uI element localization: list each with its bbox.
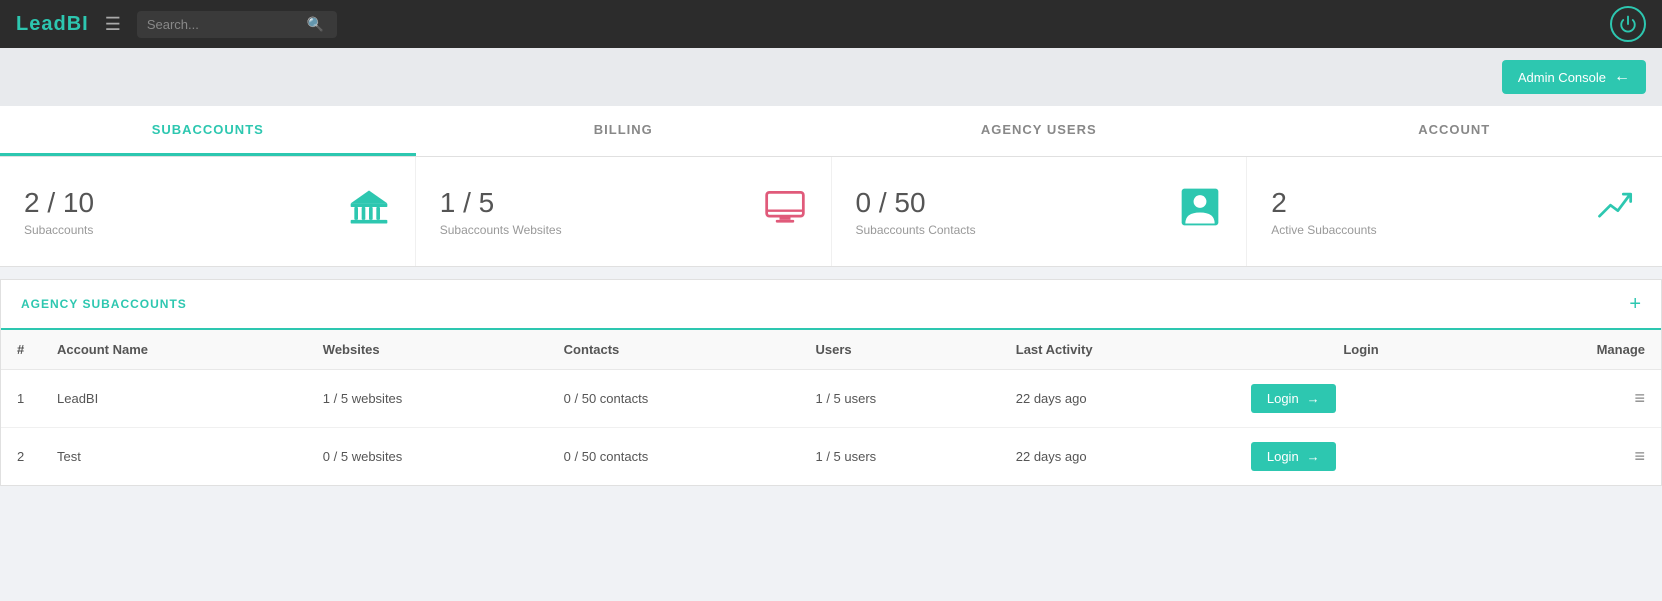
manage-icon-1[interactable]: ≡: [1634, 388, 1645, 408]
cell-num-1: 1: [1, 370, 41, 428]
search-icon: 🔍: [307, 16, 324, 33]
tab-billing[interactable]: BILLING: [416, 106, 832, 156]
hamburger-menu-icon[interactable]: ☰: [105, 14, 121, 35]
trending-icon: [1594, 185, 1638, 238]
cell-last-activity-1: 22 days ago: [1000, 370, 1235, 428]
login-label-1: Login: [1267, 391, 1299, 406]
login-button-2[interactable]: Login →: [1251, 442, 1336, 471]
subaccounts-table: # Account Name Websites Contacts Users L…: [1, 330, 1661, 485]
person-icon: [1178, 185, 1222, 238]
tab-account[interactable]: ACCOUNT: [1247, 106, 1662, 156]
add-subaccount-button[interactable]: +: [1629, 294, 1641, 314]
stat-contacts-label: Subaccounts Contacts: [856, 223, 976, 237]
cell-login-2: Login →: [1235, 428, 1487, 486]
manage-icon-2[interactable]: ≡: [1634, 446, 1645, 466]
logo-bi: BI: [67, 13, 89, 35]
col-header-account-name: Account Name: [41, 330, 307, 370]
col-header-contacts: Contacts: [548, 330, 800, 370]
stat-websites: 1 / 5 Subaccounts Websites: [416, 157, 832, 266]
logo-lead: Lead: [16, 13, 67, 35]
login-label-2: Login: [1267, 449, 1299, 464]
bank-icon: [347, 185, 391, 238]
stat-subaccounts: 2 / 10 Subaccounts: [0, 157, 416, 266]
col-header-manage: Manage: [1487, 330, 1661, 370]
search-bar: 🔍: [137, 11, 337, 38]
agency-subaccounts-section: AGENCY SUBACCOUNTS + # Account Name Webs…: [0, 279, 1662, 486]
stat-websites-label: Subaccounts Websites: [440, 223, 562, 237]
cell-contacts-1: 0 / 50 contacts: [548, 370, 800, 428]
section-title: AGENCY SUBACCOUNTS: [21, 297, 187, 311]
power-icon: [1619, 15, 1637, 33]
stat-active-text: 2 Active Subaccounts: [1271, 187, 1376, 237]
stat-subaccounts-number: 2 / 10: [24, 187, 94, 219]
stats-row: 2 / 10 Subaccounts 1 / 5 Subaccounts Web…: [0, 157, 1662, 267]
cell-contacts-2: 0 / 50 contacts: [548, 428, 800, 486]
tab-agency-users[interactable]: AGENCY USERS: [831, 106, 1247, 156]
power-button[interactable]: [1610, 6, 1646, 42]
login-button-1[interactable]: Login →: [1251, 384, 1336, 413]
stat-contacts-number: 0 / 50: [856, 187, 976, 219]
table-body: 1 LeadBI 1 / 5 websites 0 / 50 contacts …: [1, 370, 1661, 486]
logo: LeadBI: [16, 13, 89, 36]
col-header-num: #: [1, 330, 41, 370]
search-input[interactable]: [147, 17, 307, 32]
col-header-last-activity: Last Activity: [1000, 330, 1235, 370]
cell-websites-2: 0 / 5 websites: [307, 428, 548, 486]
login-arrow-icon-1: →: [1307, 391, 1320, 406]
cell-users-1: 1 / 5 users: [799, 370, 999, 428]
stat-active-label: Active Subaccounts: [1271, 223, 1376, 237]
stat-websites-number: 1 / 5: [440, 187, 562, 219]
cell-manage-2: ≡: [1487, 428, 1661, 486]
stat-active: 2 Active Subaccounts: [1247, 157, 1662, 266]
login-arrow-icon-2: →: [1307, 449, 1320, 464]
cell-login-1: Login →: [1235, 370, 1487, 428]
cell-account-name-2: Test: [41, 428, 307, 486]
cell-num-2: 2: [1, 428, 41, 486]
stat-contacts: 0 / 50 Subaccounts Contacts: [832, 157, 1248, 266]
admin-console-button[interactable]: Admin Console ←: [1502, 60, 1646, 94]
screen-icon: [763, 185, 807, 238]
admin-bar: Admin Console ←: [0, 48, 1662, 106]
cell-manage-1: ≡: [1487, 370, 1661, 428]
stat-active-number: 2: [1271, 187, 1376, 219]
col-header-login: Login: [1235, 330, 1487, 370]
cell-account-name-1: LeadBI: [41, 370, 307, 428]
cell-websites-1: 1 / 5 websites: [307, 370, 548, 428]
tab-bar: SUBACCOUNTS BILLING AGENCY USERS ACCOUNT: [0, 106, 1662, 157]
top-navigation: LeadBI ☰ 🔍: [0, 0, 1662, 48]
stat-subaccounts-text: 2 / 10 Subaccounts: [24, 187, 94, 237]
admin-console-label: Admin Console: [1518, 70, 1606, 85]
cell-users-2: 1 / 5 users: [799, 428, 999, 486]
table-header: # Account Name Websites Contacts Users L…: [1, 330, 1661, 370]
stat-contacts-text: 0 / 50 Subaccounts Contacts: [856, 187, 976, 237]
tab-subaccounts[interactable]: SUBACCOUNTS: [0, 106, 416, 156]
table-row: 1 LeadBI 1 / 5 websites 0 / 50 contacts …: [1, 370, 1661, 428]
cell-last-activity-2: 22 days ago: [1000, 428, 1235, 486]
admin-console-arrow-icon: ←: [1614, 68, 1630, 86]
col-header-websites: Websites: [307, 330, 548, 370]
stat-subaccounts-label: Subaccounts: [24, 223, 94, 237]
table-row: 2 Test 0 / 5 websites 0 / 50 contacts 1 …: [1, 428, 1661, 486]
stat-websites-text: 1 / 5 Subaccounts Websites: [440, 187, 562, 237]
col-header-users: Users: [799, 330, 999, 370]
section-header: AGENCY SUBACCOUNTS +: [1, 280, 1661, 330]
